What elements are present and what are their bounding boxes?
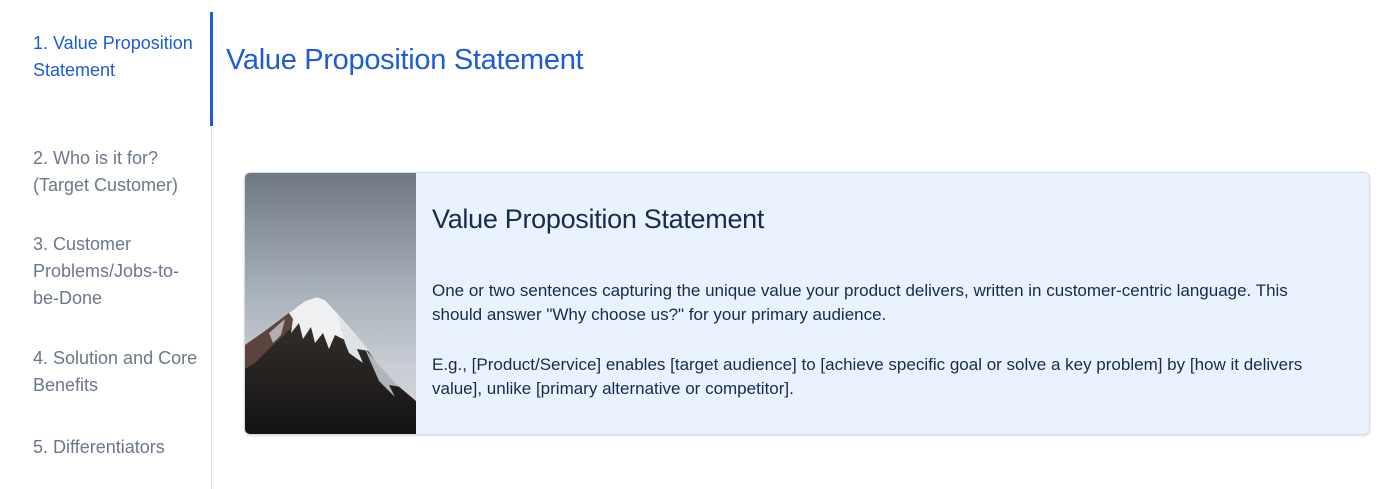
toc-item-solution-benefits[interactable]: 4. Solution and Core Benefits <box>33 345 205 399</box>
toc-item-differentiators[interactable]: 5. Differentiators <box>33 434 205 461</box>
page: 1. Value Proposition Statement 2. Who is… <box>0 0 1400 489</box>
table-of-contents: 1. Value Proposition Statement 2. Who is… <box>0 0 214 489</box>
toc-item-target-customer[interactable]: 2. Who is it for? (Target Customer) <box>33 145 205 199</box>
mountain-image <box>245 173 416 434</box>
card-example: E.g., [Product/Service] enables [target … <box>432 355 1303 398</box>
toc-item-value-proposition[interactable]: 1. Value Proposition Statement <box>33 30 205 84</box>
value-proposition-card: Value Proposition Statement One or two s… <box>244 172 1370 435</box>
page-title: Value Proposition Statement <box>226 44 584 76</box>
card-title: Value Proposition Statement <box>432 204 765 234</box>
toc-active-indicator <box>210 12 213 126</box>
toc-item-customer-problems[interactable]: 3. Customer Problems/Jobs-to-be-Done <box>33 231 205 312</box>
card-description: One or two sentences capturing the uniqu… <box>432 281 1288 324</box>
